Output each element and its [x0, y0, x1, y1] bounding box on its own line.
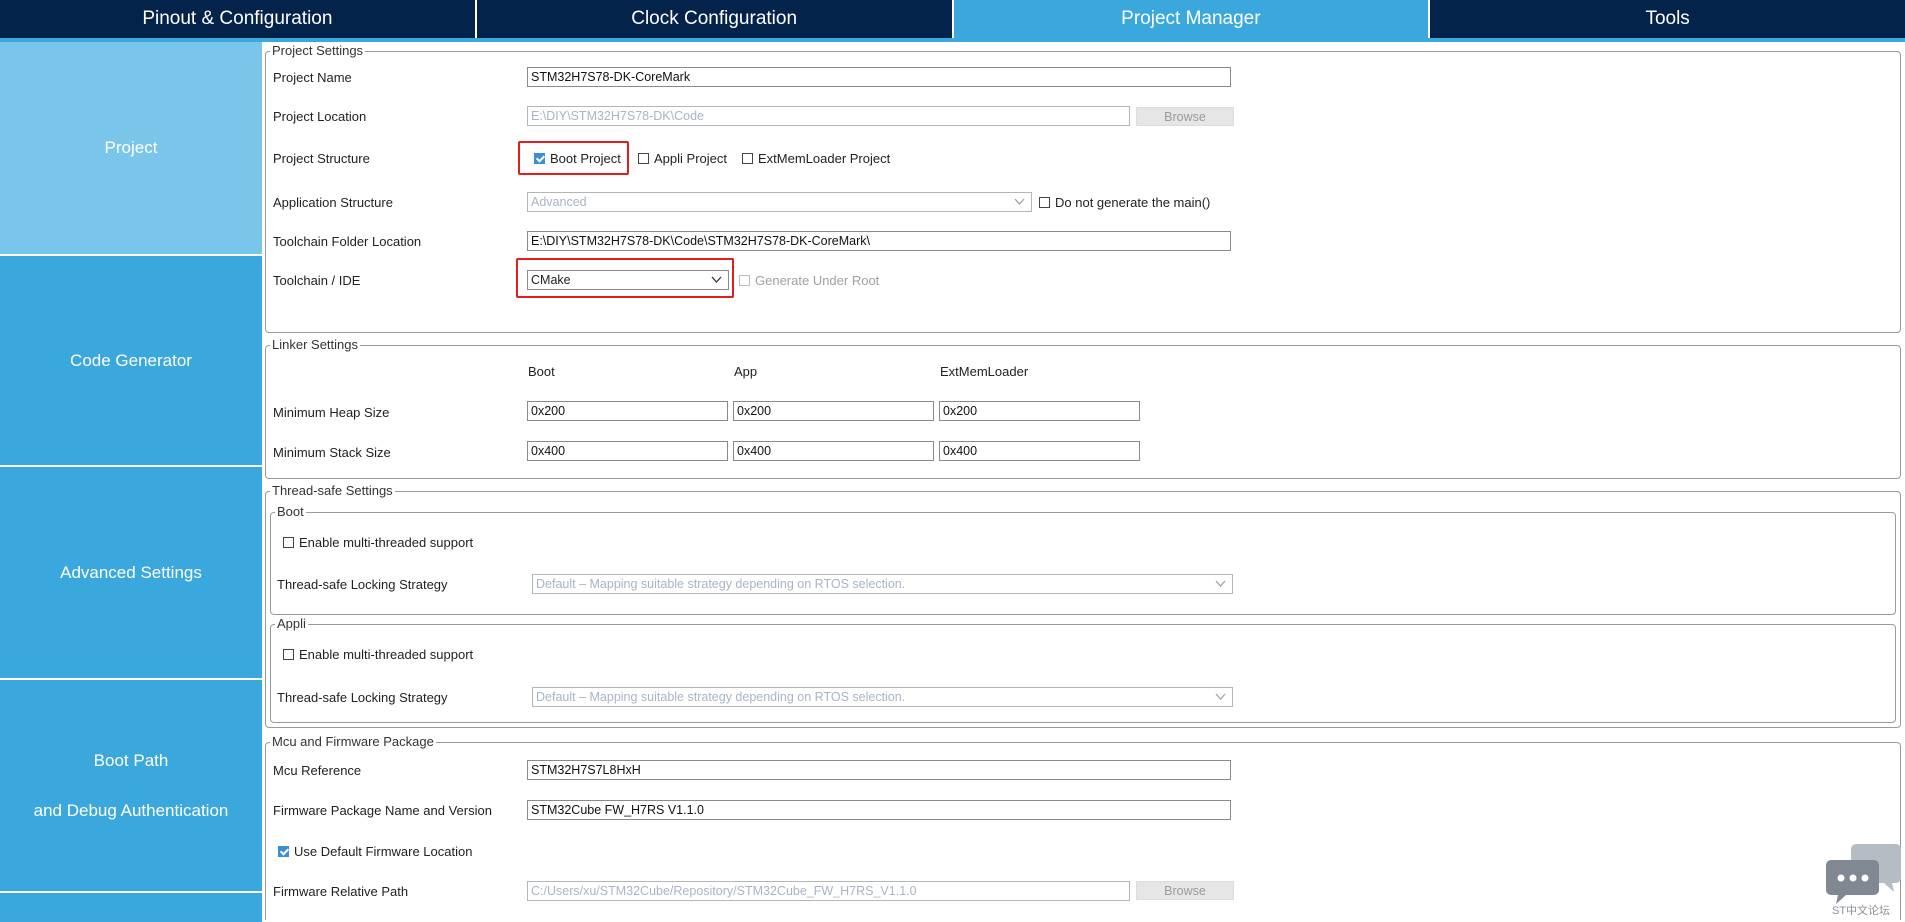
mcu-reference-label: Mcu Reference	[273, 763, 362, 778]
project-settings-group: Project Settings	[265, 43, 1901, 333]
checkbox-label: Use Default Firmware Location	[294, 844, 473, 859]
fw-relative-path-label: Firmware Relative Path	[273, 884, 409, 899]
sidebar-item-code-generator[interactable]: Code Generator	[0, 255, 262, 465]
stack-app-input[interactable]: 0x400	[733, 441, 934, 461]
application-structure-select: Advanced	[527, 192, 1032, 212]
boot-locking-strategy-label: Thread-safe Locking Strategy	[277, 577, 448, 592]
tab-pinout-configuration[interactable]: Pinout & Configuration	[0, 0, 477, 38]
tab-clock-configuration[interactable]: Clock Configuration	[476, 0, 954, 38]
group-legend: Project Settings	[270, 43, 366, 58]
appli-locking-strategy-select: Default – Mapping suitable strategy depe…	[532, 687, 1233, 707]
highlight-box-boot-project	[518, 141, 629, 175]
checkbox-unchecked-icon	[739, 275, 750, 286]
tab-project-manager[interactable]: Project Manager	[953, 0, 1431, 38]
linker-col-boot: Boot	[528, 364, 555, 379]
checkbox-unchecked-icon	[742, 153, 753, 164]
stack-boot-input[interactable]: 0x400	[527, 441, 728, 461]
do-not-generate-main-checkbox[interactable]: Do not generate the main()	[1039, 195, 1210, 210]
toolchain-folder-label: Toolchain Folder Location	[273, 234, 422, 249]
thread-safe-appli-group: Appli	[270, 616, 1896, 723]
checkbox-unchecked-icon	[283, 649, 294, 660]
fw-package-label: Firmware Package Name and Version	[273, 803, 492, 818]
main-tabs: Pinout & Configuration Clock Configurati…	[0, 0, 1905, 38]
group-legend: Mcu and Firmware Package	[270, 734, 436, 749]
generate-under-root-checkbox: Generate Under Root	[739, 273, 879, 288]
heap-extmem-input[interactable]: 0x200	[939, 401, 1140, 421]
sidebar-item-label: Project	[104, 138, 158, 157]
project-location-label: Project Location	[273, 109, 367, 124]
sidebar-item-label: Advanced Settings	[60, 562, 202, 582]
sidebar-item-more[interactable]	[0, 892, 262, 922]
heap-boot-input[interactable]: 0x200	[527, 401, 728, 421]
tab-tools[interactable]: Tools	[1430, 0, 1905, 38]
application-structure-label: Application Structure	[273, 195, 393, 210]
mcu-reference-input: STM32H7S7L8HxH	[527, 760, 1231, 780]
checkbox-unchecked-icon	[283, 537, 294, 548]
checkbox-label: Do not generate the main()	[1055, 195, 1211, 210]
fw-package-input: STM32Cube FW_H7RS V1.1.0	[527, 800, 1231, 820]
sidebar-item-project[interactable]: Project	[0, 42, 262, 254]
sidebar-item-label: Code Generator	[70, 350, 192, 370]
project-location-browse-button: Browse	[1136, 107, 1234, 126]
checkbox-unchecked-icon	[1039, 197, 1050, 208]
chevron-down-icon	[1014, 198, 1025, 205]
checkbox-label: Generate Under Root	[755, 273, 880, 288]
sidebar-item-label-line2: and Debug Authentication	[33, 800, 229, 820]
sidebar-item-boot-path[interactable]: Boot Path and Debug Authentication	[0, 679, 262, 891]
toolchain-ide-label: Toolchain / IDE	[273, 273, 361, 288]
checkbox-label: Appli Project	[654, 151, 727, 166]
sidebar-item-label-line1: Boot Path	[93, 750, 169, 770]
watermark-text: ST中文论坛	[1832, 905, 1891, 917]
heap-app-input[interactable]: 0x200	[733, 401, 934, 421]
extmemloader-project-checkbox[interactable]: ExtMemLoader Project	[742, 151, 890, 166]
checkbox-label: ExtMemLoader Project	[758, 151, 891, 166]
project-structure-label: Project Structure	[273, 151, 370, 166]
boot-locking-strategy-select: Default – Mapping suitable strategy depe…	[532, 574, 1233, 594]
toolchain-folder-input[interactable]: E:\DIY\STM32H7S78-DK\Code\STM32H7S78-DK-…	[527, 231, 1231, 251]
chevron-down-icon	[1215, 580, 1226, 587]
project-location-input: E:\DIY\STM32H7S78-DK\Code	[527, 106, 1130, 126]
select-value: Advanced	[531, 195, 587, 209]
min-heap-label: Minimum Heap Size	[273, 405, 390, 420]
highlight-box-toolchain	[516, 258, 734, 298]
appli-project-checkbox[interactable]: Appli Project	[638, 151, 727, 166]
sidebar-item-advanced-settings[interactable]: Advanced Settings	[0, 466, 262, 678]
fw-relative-path-input: C:/Users/xu/STM32Cube/Repository/STM32Cu…	[527, 881, 1130, 901]
project-name-input[interactable]: STM32H7S78-DK-CoreMark	[527, 67, 1231, 87]
select-value: Default – Mapping suitable strategy depe…	[536, 577, 906, 591]
checkbox-unchecked-icon	[638, 153, 649, 164]
group-legend: Linker Settings	[270, 337, 360, 352]
group-legend: Boot	[275, 504, 306, 519]
checkbox-checked-icon	[278, 846, 289, 857]
thread-safe-boot-group: Boot	[270, 504, 1896, 615]
appli-locking-strategy-label: Thread-safe Locking Strategy	[277, 690, 448, 705]
group-legend: Thread-safe Settings	[270, 483, 395, 498]
chevron-down-icon	[1215, 693, 1226, 700]
linker-col-app: App	[734, 364, 758, 379]
use-default-fw-location-checkbox[interactable]: Use Default Firmware Location	[278, 844, 472, 859]
checkbox-label: Enable multi-threaded support	[299, 535, 474, 550]
fw-relative-path-browse-button: Browse	[1136, 881, 1234, 900]
appli-enable-multithread-checkbox[interactable]: Enable multi-threaded support	[283, 647, 473, 662]
group-legend: Appli	[275, 616, 308, 631]
boot-enable-multithread-checkbox[interactable]: Enable multi-threaded support	[283, 535, 473, 550]
tabs-underline	[0, 38, 1905, 42]
stack-extmem-input[interactable]: 0x400	[939, 441, 1140, 461]
checkbox-label: Enable multi-threaded support	[299, 647, 474, 662]
linker-col-extmemloader: ExtMemLoader	[940, 364, 1029, 379]
select-value: Default – Mapping suitable strategy depe…	[536, 690, 906, 704]
project-name-label: Project Name	[273, 70, 352, 85]
sidebar: Project Code Generator Advanced Settings…	[0, 42, 262, 922]
min-stack-label: Minimum Stack Size	[273, 445, 391, 460]
